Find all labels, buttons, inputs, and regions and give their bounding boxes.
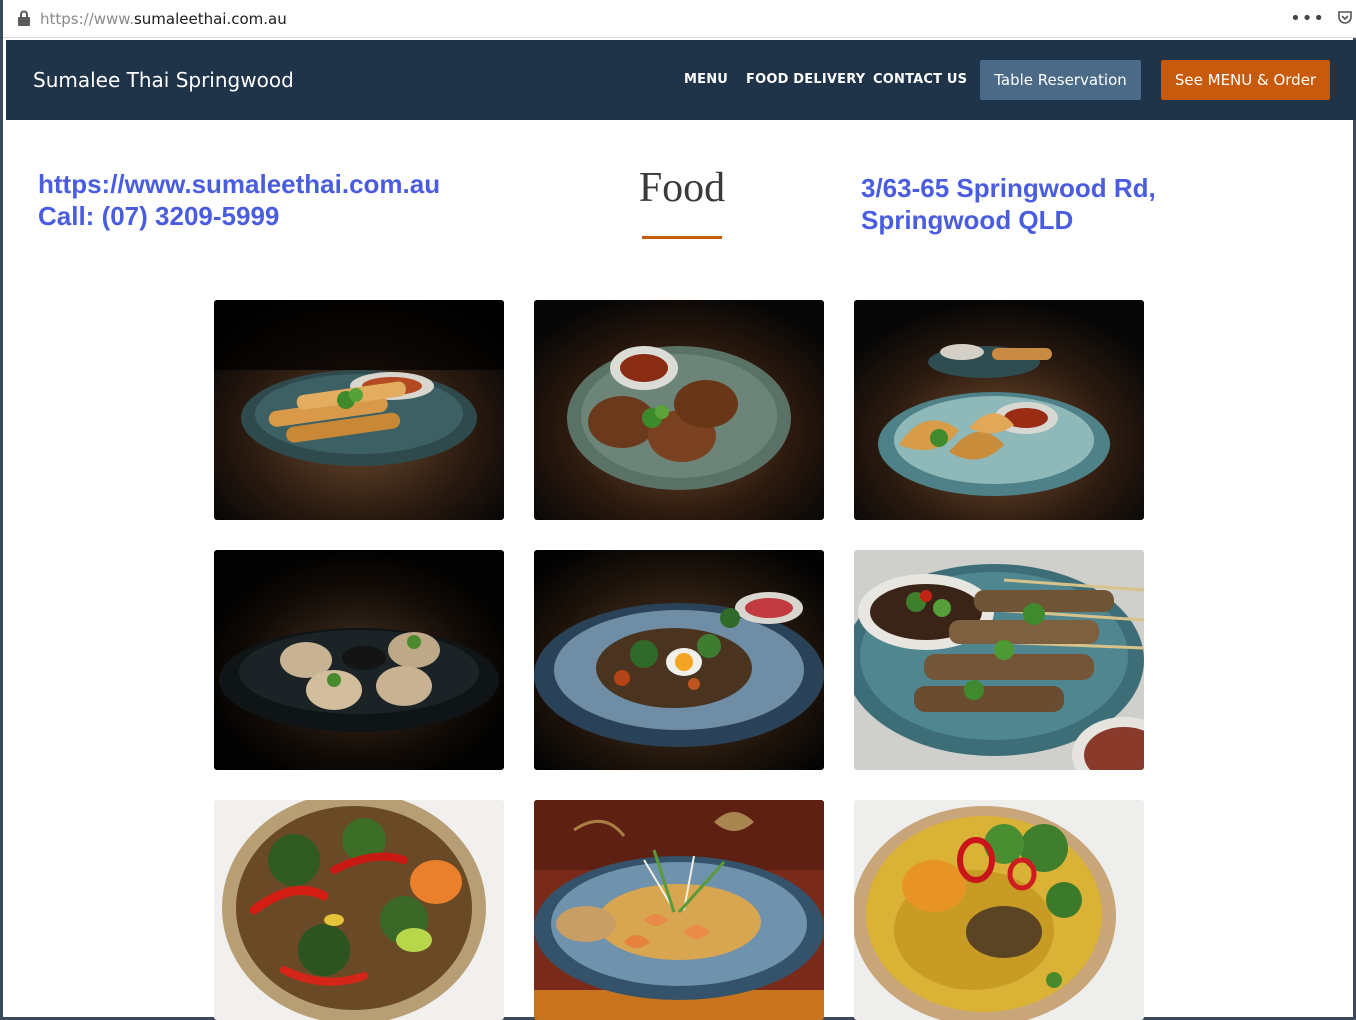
website-link[interactable]: https://www.sumaleethai.com.au — [38, 168, 440, 200]
more-horizontal-icon[interactable]: ••• — [1290, 8, 1325, 29]
food-photo-spring-rolls[interactable] — [214, 300, 504, 520]
nav-contact-us-link[interactable]: CONTACT US — [873, 72, 967, 87]
site-brand[interactable]: Sumalee Thai Springwood — [33, 68, 294, 92]
table-reservation-button[interactable]: Table Reservation — [980, 60, 1141, 100]
food-photo-basil-stir-fry-bowl[interactable] — [214, 800, 504, 1020]
url-text[interactable]: https://www.sumaleethai.com.au — [40, 10, 287, 28]
address-line-1: 3/63-65 Springwood Rd, — [861, 173, 1156, 203]
pocket-icon[interactable] — [1337, 10, 1353, 26]
url-prefix: https://www. — [40, 10, 134, 28]
nav-menu-link[interactable]: MENU — [684, 72, 728, 87]
address-block: 3/63-65 Springwood Rd, Springwood QLD — [861, 172, 1156, 236]
page-title: Food — [638, 165, 726, 211]
food-photo-curry-puffs[interactable] — [854, 300, 1144, 520]
see-menu-order-button[interactable]: See MENU & Order — [1161, 60, 1330, 100]
lock-icon — [18, 10, 30, 26]
nav-food-delivery-link[interactable]: FOOD DELIVERY — [746, 72, 865, 87]
browser-url-bar[interactable]: https://www.sumaleethai.com.au ••• — [3, 0, 1356, 38]
call-phone[interactable]: Call: (07) 3209-5999 — [38, 200, 440, 232]
food-photo-pad-thai-prawns[interactable] — [534, 800, 824, 1020]
food-photo-dim-sims[interactable] — [214, 550, 504, 770]
site-navbar: Sumalee Thai Springwood MENU FOOD DELIVE… — [6, 40, 1356, 120]
food-photo-yellow-curry-bowl[interactable] — [854, 800, 1144, 1020]
contact-block: https://www.sumaleethai.com.au Call: (07… — [38, 168, 440, 232]
title-underline — [642, 236, 722, 239]
food-photo-stir-fry-with-egg[interactable] — [534, 550, 824, 770]
url-domain: sumaleethai.com.au — [133, 10, 287, 28]
food-photo-thai-fish-cakes[interactable] — [534, 300, 824, 520]
food-photo-chicken-satay-skewers[interactable] — [854, 550, 1144, 770]
address-line-2: Springwood QLD — [861, 205, 1074, 235]
browser-window: https://www.sumaleethai.com.au ••• Sumal… — [0, 0, 1356, 1020]
